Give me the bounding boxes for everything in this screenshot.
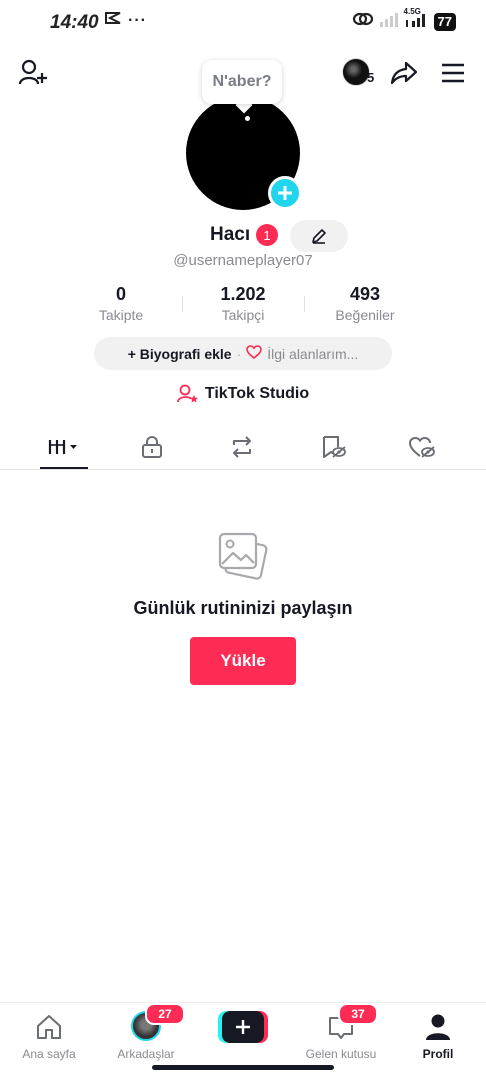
- empty-state-title: Günlük rutininizi paylaşın: [133, 598, 353, 618]
- signal-weak-icon: [379, 11, 398, 32]
- link-icon: [352, 11, 374, 32]
- repost-icon: [233, 436, 251, 458]
- pencil-icon: [312, 229, 326, 244]
- battery-indicator: 77: [433, 12, 456, 31]
- upload-button[interactable]: Yükle: [190, 637, 296, 685]
- add-friend-button[interactable]: [16, 58, 50, 88]
- nav-profile[interactable]: Profil: [393, 1009, 483, 1061]
- tooltip-text: N'aber?: [212, 73, 272, 90]
- stat-value: 0: [115, 284, 126, 304]
- nav-inbox[interactable]: 37 Gelen kutusu: [296, 1003, 386, 1061]
- stat-label: Beğeniler: [335, 307, 395, 323]
- tiktok-studio-link[interactable]: TikTok Studio: [0, 384, 486, 404]
- menu-button[interactable]: [438, 60, 468, 86]
- home-icon: [37, 1015, 61, 1039]
- interests-button[interactable]: İlgi alanlarım...: [267, 346, 358, 362]
- status-right-icons: 4.5G 77: [352, 7, 456, 32]
- share-icon: [390, 61, 418, 85]
- stat-label: Takipçi: [221, 307, 265, 323]
- capcut-icon: [104, 11, 122, 30]
- heart-hidden-icon: [408, 436, 435, 458]
- nav-label: Ana sayfa: [22, 1047, 76, 1061]
- profile-person-icon: [426, 1014, 450, 1040]
- nav-label: Arkadaşlar: [117, 1047, 175, 1061]
- bio-separator: ·: [236, 345, 242, 362]
- status-note-tooltip[interactable]: N'aber?: [202, 60, 282, 104]
- grid-videos-icon: [48, 440, 77, 454]
- content-tabs: [0, 424, 486, 470]
- plus-icon: [222, 1011, 264, 1043]
- plus-icon: [278, 186, 292, 200]
- stat-following[interactable]: 0 Takipte: [60, 284, 182, 328]
- friends-badge: 27: [145, 1003, 185, 1025]
- bio-bar: + Biyografi ekle · İlgi alanlarım...: [94, 337, 392, 370]
- nav-friends[interactable]: 27 Arkadaşlar: [101, 1003, 191, 1061]
- add-avatar-button[interactable]: [268, 176, 302, 210]
- username: @usernameplayer07: [173, 252, 313, 269]
- bookmark-hidden-icon: [323, 436, 346, 458]
- tab-liked[interactable]: [392, 424, 452, 470]
- stat-followers[interactable]: 1.202 Takipçi: [182, 284, 304, 328]
- status-time: 14:40: [50, 12, 99, 33]
- tooltip-dot: [245, 116, 250, 121]
- display-name: Hacı: [210, 224, 251, 245]
- stat-value: 493: [349, 284, 381, 304]
- name-notification-badge: 1: [256, 224, 278, 246]
- tab-reposts[interactable]: [212, 424, 272, 470]
- nav-home[interactable]: Ana sayfa: [4, 1009, 94, 1061]
- tab-videos[interactable]: [34, 424, 94, 470]
- story-avatar[interactable]: [342, 58, 370, 86]
- lock-icon: [142, 436, 162, 458]
- edit-profile-button[interactable]: [290, 220, 348, 252]
- studio-user-star-icon: [176, 384, 198, 403]
- add-bio-button[interactable]: + Biyografi ekle: [128, 346, 232, 362]
- stat-value: 1.202: [220, 284, 266, 304]
- more-dots-icon: ···: [128, 11, 147, 29]
- network-type: 4.5G: [403, 7, 421, 16]
- studio-label: TikTok Studio: [204, 385, 310, 402]
- profile-stats: 0 Takipte 1.202 Takipçi 493 Beğeniler: [60, 284, 426, 328]
- status-bar: 14:40 ··· 4.5G 77: [0, 0, 486, 44]
- active-tab-indicator: [40, 467, 88, 469]
- nav-label: Profil: [422, 1047, 454, 1061]
- status-left-icons: ···: [104, 11, 147, 30]
- photos-placeholder-icon: [216, 530, 270, 587]
- add-user-icon: [18, 59, 47, 85]
- inbox-badge: 37: [338, 1003, 378, 1025]
- nav-label: Gelen kutusu: [305, 1047, 377, 1061]
- home-indicator: [152, 1065, 334, 1070]
- stat-label: Takipte: [98, 307, 144, 323]
- heart-icon: [246, 345, 263, 362]
- share-profile-button[interactable]: [388, 58, 420, 88]
- create-button[interactable]: [218, 1011, 268, 1043]
- signal-strong-icon: 4.5G: [403, 7, 428, 32]
- tab-favorites[interactable]: [304, 424, 364, 470]
- name-row: Hacı 1: [0, 220, 486, 252]
- tab-private[interactable]: [122, 424, 182, 470]
- story-count: 5: [367, 70, 375, 85]
- stat-likes[interactable]: 493 Beğeniler: [304, 284, 426, 328]
- hamburger-menu-icon: [442, 63, 464, 83]
